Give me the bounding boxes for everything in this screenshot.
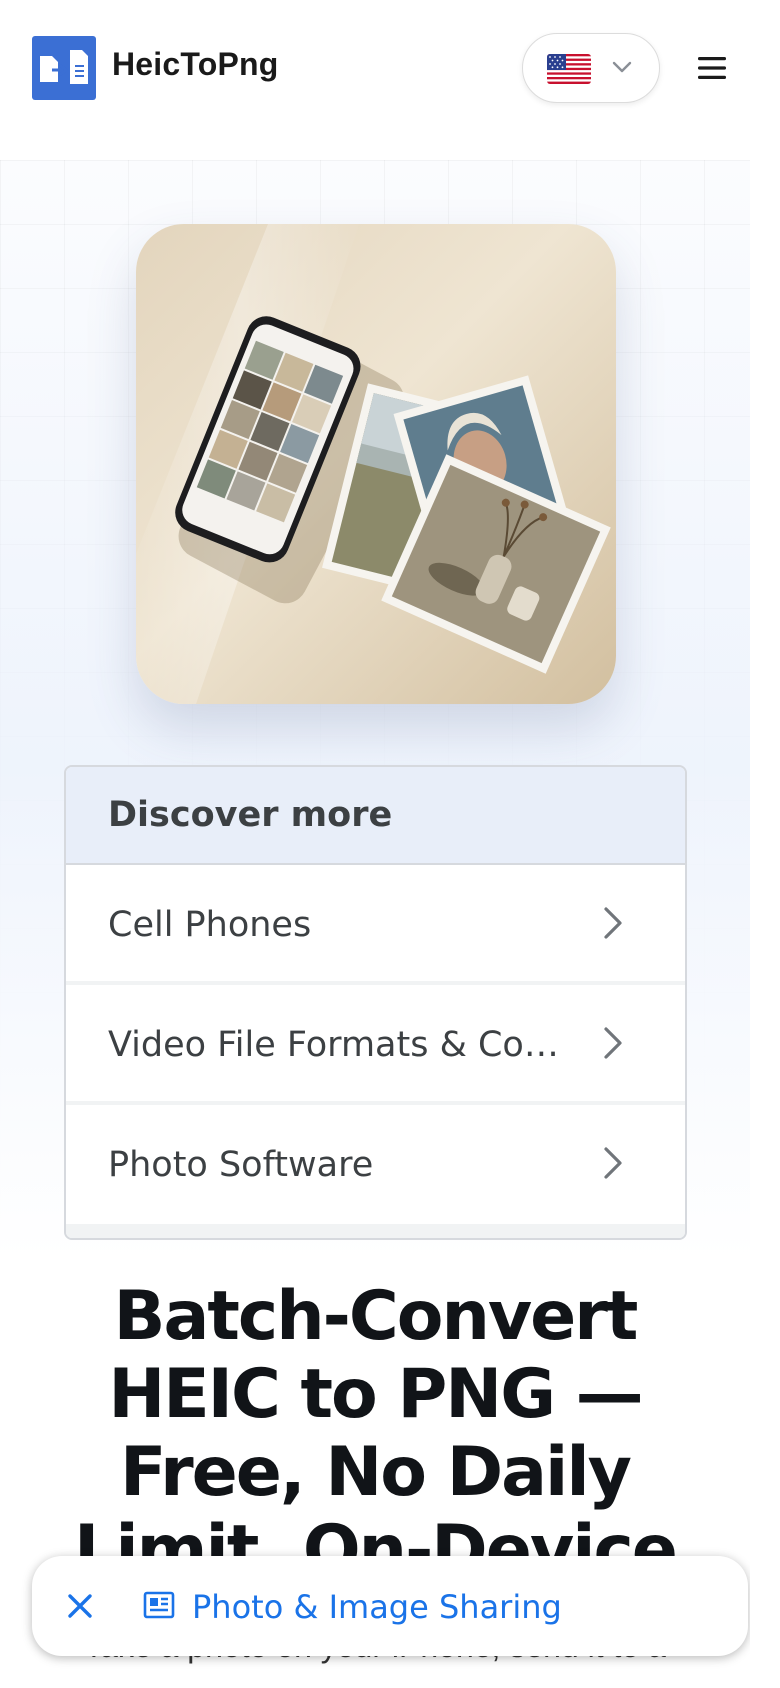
chevron-right-icon <box>604 1147 622 1179</box>
discover-item-photo-software[interactable]: Photo Software <box>66 1105 685 1225</box>
chevron-down-icon <box>612 61 632 73</box>
article-icon <box>143 1591 175 1619</box>
discover-more-header: Discover more <box>66 767 685 865</box>
discover-item-label: Cell Phones <box>108 905 312 945</box>
anchor-link-label[interactable]: Photo & Image Sharing <box>192 1588 562 1626</box>
anchor-ad-bar: Photo & Image Sharing <box>32 1556 748 1656</box>
brand-name[interactable]: HeicToPng <box>112 46 279 83</box>
close-icon[interactable] <box>62 1588 98 1624</box>
discover-item-cell-phones[interactable]: Cell Phones <box>66 865 685 985</box>
discover-more-title: Discover more <box>108 795 393 835</box>
chevron-right-icon <box>604 1027 622 1059</box>
discover-item-label: Video File Formats & Code... <box>108 1025 578 1065</box>
page: HeicToPng Discover more Cell Phones Vide… <box>0 0 750 1688</box>
hero-image <box>136 224 616 704</box>
discover-more-panel: Discover more Cell Phones Video File For… <box>64 765 687 1240</box>
chevron-right-icon <box>604 907 622 939</box>
discover-item-video-formats[interactable]: Video File Formats & Code... <box>66 985 685 1105</box>
file-convert-icon[interactable] <box>32 36 96 100</box>
us-flag-icon <box>547 54 591 84</box>
discover-footer <box>66 1224 685 1238</box>
language-selector[interactable] <box>522 33 660 103</box>
right-gutter <box>750 0 780 1688</box>
hamburger-menu-icon[interactable] <box>696 52 728 84</box>
page-title: Batch-Convert HEIC to PNG — Free, No Dai… <box>74 1277 678 1590</box>
site-header: HeicToPng <box>0 0 750 160</box>
discover-item-label: Photo Software <box>108 1145 374 1185</box>
